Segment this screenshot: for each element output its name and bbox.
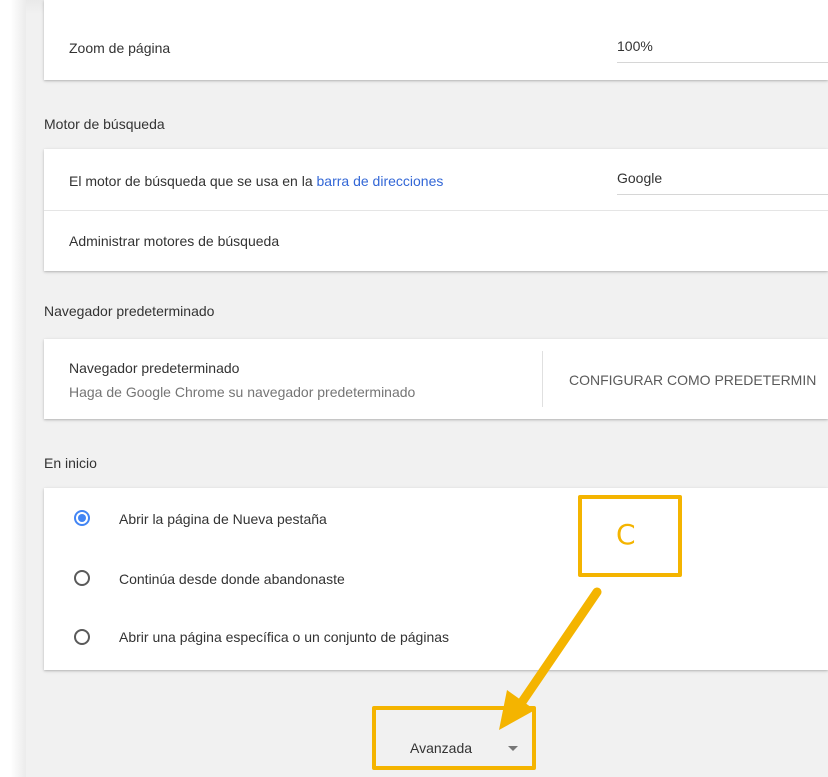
radio-new-tab[interactable] xyxy=(74,510,90,526)
search-engine-card: El motor de búsqueda que se usa en la ba… xyxy=(44,149,828,271)
radio-specific-pages-label[interactable]: Abrir una página específica o un conjunt… xyxy=(119,629,449,645)
zoom-card: Zoom de página 100% xyxy=(44,0,828,80)
advanced-highlight-box xyxy=(372,706,536,770)
zoom-select-underline xyxy=(617,62,828,63)
search-engine-row-label: El motor de búsqueda que se usa en la ba… xyxy=(69,173,443,189)
set-default-button[interactable]: CONFIGURAR COMO PREDETERMIN xyxy=(569,372,816,388)
radio-specific-pages[interactable] xyxy=(74,629,90,645)
radio-continue[interactable] xyxy=(74,570,90,586)
search-engine-divider xyxy=(44,210,828,211)
default-browser-card: Navegador predeterminado Haga de Google … xyxy=(44,339,828,419)
default-browser-subtitle: Haga de Google Chrome su navegador prede… xyxy=(69,384,416,400)
radio-new-tab-label[interactable]: Abrir la página de Nueva pestaña xyxy=(119,511,327,527)
default-browser-section-title: Navegador predeterminado xyxy=(44,303,215,319)
default-browser-title: Navegador predeterminado xyxy=(69,360,240,376)
callout-letter: C xyxy=(616,518,636,551)
search-engine-row-prefix: El motor de búsqueda que se usa en la xyxy=(69,173,317,189)
on-startup-section-title: En inicio xyxy=(44,455,97,471)
on-startup-card: Abrir la página de Nueva pestaña Continú… xyxy=(44,488,828,670)
address-bar-link[interactable]: barra de direcciones xyxy=(317,173,444,189)
search-engine-section-title: Motor de búsqueda xyxy=(44,116,165,132)
default-browser-separator xyxy=(542,351,543,407)
manage-search-engines-link[interactable]: Administrar motores de búsqueda xyxy=(69,233,279,249)
zoom-select[interactable]: 100% xyxy=(617,38,653,54)
radio-continue-label[interactable]: Continúa desde donde abandonaste xyxy=(119,571,345,587)
search-engine-select[interactable]: Google xyxy=(617,170,662,186)
window-edge xyxy=(0,0,26,777)
zoom-label: Zoom de página xyxy=(69,40,171,56)
search-engine-select-underline xyxy=(617,194,828,195)
